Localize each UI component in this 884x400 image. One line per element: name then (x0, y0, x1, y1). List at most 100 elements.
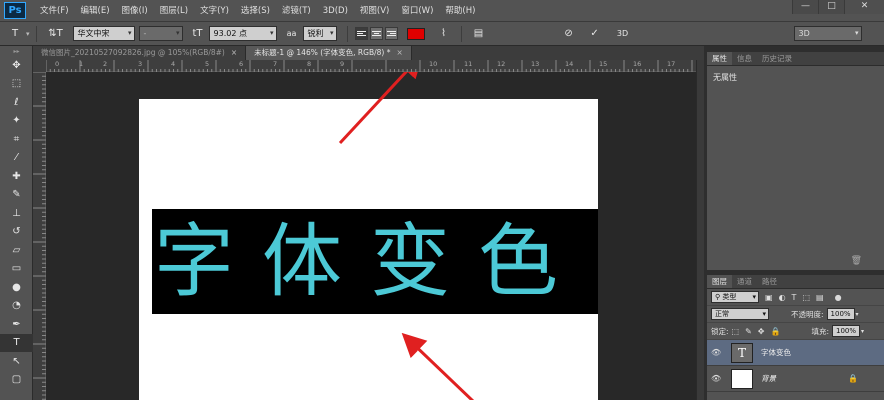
font-style-select[interactable]: - ▾ (138, 26, 183, 41)
eye-icon[interactable]: 👁 (711, 348, 725, 357)
warp-text-icon[interactable]: ⌇ (437, 28, 451, 39)
ruler-label: 2 (103, 60, 108, 68)
blend-mode-select[interactable]: 正常 ▾ (711, 308, 769, 320)
3d-icon[interactable]: 3D (614, 29, 632, 38)
shape-tool-icon[interactable]: ▢ (0, 371, 33, 390)
brush-tool-icon[interactable]: ✎ (0, 186, 33, 205)
ruler-label: 13 (531, 60, 540, 68)
type-tool-preset-icon[interactable]: T (8, 28, 22, 39)
eraser-tool-icon[interactable]: ▱ (0, 241, 33, 260)
eye-icon[interactable]: 👁 (711, 374, 725, 383)
layer-row[interactable]: 👁 T 字体变色 (707, 340, 884, 366)
chevron-down-icon: ▾ (270, 29, 274, 37)
antialias-select[interactable]: 锐利 ▾ (302, 26, 337, 41)
lasso-tool-icon[interactable]: ℓ (0, 93, 33, 112)
filter-adjustment-icon[interactable]: ◐ (779, 293, 786, 302)
align-left-button[interactable] (354, 27, 368, 40)
filter-type-icon[interactable]: T (792, 293, 797, 302)
magic-wand-tool-icon[interactable]: ✦ (0, 112, 33, 131)
tab-document-1[interactable]: 微信图片_20210527092826.jpg @ 105%(RGB/8#) × (33, 46, 247, 60)
crop-tool-icon[interactable]: ⌗ (0, 130, 33, 149)
align-center-button[interactable] (369, 27, 383, 40)
menu-filter[interactable]: 滤镜(T) (276, 0, 317, 22)
filter-shape-icon[interactable]: ⬚ (802, 293, 810, 302)
opacity-field[interactable]: 100% (826, 308, 855, 320)
menu-edit[interactable]: 编辑(E) (75, 0, 116, 22)
app-logo: Ps (4, 2, 26, 19)
vertical-scrollbar[interactable] (696, 60, 704, 400)
chevron-down-icon[interactable]: ▾ (26, 30, 30, 38)
canvas-area[interactable]: 字体变色 (46, 72, 696, 400)
tab-label: 未标题-1 @ 146% (字体变色, RGB/8) * (254, 48, 391, 57)
align-right-button[interactable] (384, 27, 398, 40)
pen-tool-icon[interactable]: ✒ (0, 315, 33, 334)
lock-transparent-icon[interactable]: ⬚ (732, 327, 740, 336)
lock-all-icon[interactable]: 🔒 (771, 327, 781, 336)
maximize-button[interactable]: □ (818, 0, 844, 14)
filter-pixel-icon[interactable]: ▣ (765, 293, 773, 302)
text-orientation-icon[interactable]: ⇅T (47, 28, 65, 39)
tab-info[interactable]: 信息 (732, 52, 757, 65)
healing-brush-tool-icon[interactable]: ✚ (0, 167, 33, 186)
type-tool-icon[interactable]: T (0, 333, 33, 352)
eyedropper-tool-icon[interactable]: ⁄ (0, 149, 33, 168)
tab-layers[interactable]: 图层 (707, 275, 732, 288)
font-size-field[interactable]: 93.02 点 ▾ (208, 26, 277, 41)
font-family-select[interactable]: 华文中宋 ▾ (72, 26, 135, 41)
tab-channels[interactable]: 通道 (732, 275, 757, 288)
document-tabs: 微信图片_20210527092826.jpg @ 105%(RGB/8#) × … (33, 46, 704, 60)
filter-toggle-icon[interactable]: ● (835, 293, 842, 302)
history-brush-tool-icon[interactable]: ↺ (0, 223, 33, 242)
properties-body: 无属性 (713, 73, 737, 82)
menu-window[interactable]: 窗口(W) (395, 0, 439, 22)
ruler-origin[interactable] (33, 60, 46, 72)
horizontal-ruler[interactable]: 0 1 2 3 4 5 6 7 8 9 10 11 12 13 14 15 16… (46, 60, 696, 72)
tab-paths[interactable]: 路径 (757, 275, 782, 288)
menu-image[interactable]: 图像(I) (116, 0, 154, 22)
cancel-icon[interactable]: ⊘ (562, 28, 576, 39)
move-tool-icon[interactable]: ✥ (0, 56, 33, 75)
chevron-down-icon: ▾ (330, 29, 334, 37)
menu-view[interactable]: 视图(V) (354, 0, 395, 22)
fill-label: 填充: (811, 326, 829, 336)
menu-file[interactable]: 文件(F) (34, 0, 75, 22)
filter-smart-object-icon[interactable]: ▤ (816, 293, 824, 302)
trash-icon[interactable]: 🗑 (851, 256, 862, 266)
canvas-text[interactable]: 字体变色 (154, 221, 586, 302)
close-icon[interactable]: × (231, 48, 237, 57)
panel-grip-icon[interactable]: ▸▸ (0, 46, 33, 56)
text-color-swatch[interactable] (406, 27, 425, 40)
layer-filter-select[interactable]: ⚲ 类型 ▾ (711, 291, 759, 303)
tab-properties[interactable]: 属性 (707, 52, 732, 65)
lock-position-icon[interactable]: ✥ (758, 327, 765, 336)
blur-tool-icon[interactable]: ● (0, 278, 33, 297)
menu-type[interactable]: 文字(Y) (194, 0, 235, 22)
path-selection-tool-icon[interactable]: ↖ (0, 352, 33, 371)
workspace-select[interactable]: 3D ▾ (793, 26, 862, 41)
close-button[interactable]: ✕ (844, 0, 884, 14)
close-icon[interactable]: × (396, 48, 402, 57)
tab-document-2[interactable]: 未标题-1 @ 146% (字体变色, RGB/8) * × (246, 46, 412, 60)
dodge-tool-icon[interactable]: ◔ (0, 297, 33, 316)
fill-field[interactable]: 100% (832, 325, 860, 337)
layer-row[interactable]: 👁 背景 🔒 (707, 366, 884, 392)
chevron-down-icon[interactable]: ▾ (856, 311, 859, 318)
menu-layer[interactable]: 图层(L) (154, 0, 194, 22)
character-panel-icon[interactable]: ▤ (472, 28, 486, 39)
vertical-ruler[interactable] (33, 72, 46, 400)
layer-name[interactable]: 背景 (761, 373, 776, 384)
chevron-down-icon: ▾ (752, 293, 756, 301)
tab-history[interactable]: 历史记录 (757, 52, 797, 65)
text-layer-content[interactable]: 字体变色 (152, 209, 598, 314)
chevron-down-icon[interactable]: ▾ (861, 328, 864, 335)
menu-select[interactable]: 选择(S) (235, 0, 276, 22)
lock-pixels-icon[interactable]: ✎ (745, 327, 752, 336)
marquee-tool-icon[interactable]: ⬚ (0, 75, 33, 94)
menu-help[interactable]: 帮助(H) (439, 0, 481, 22)
layer-name[interactable]: 字体变色 (761, 347, 791, 358)
gradient-tool-icon[interactable]: ▭ (0, 260, 33, 279)
commit-icon[interactable]: ✓ (588, 28, 602, 39)
clone-stamp-tool-icon[interactable]: ⊥ (0, 204, 33, 223)
minimize-button[interactable]: — (792, 0, 818, 14)
menu-3d[interactable]: 3D(D) (317, 0, 354, 22)
